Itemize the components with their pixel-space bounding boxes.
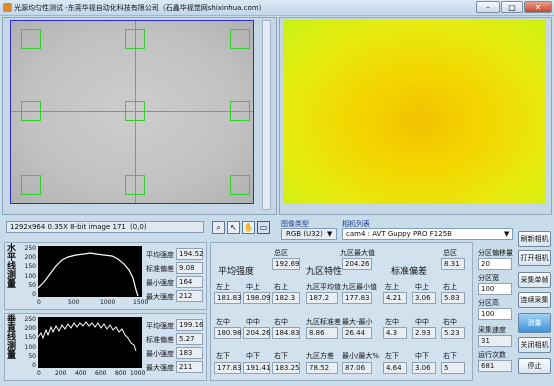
grayscale-image[interactable] <box>10 20 254 204</box>
stop-button[interactable]: 停止 <box>518 358 551 374</box>
offset-input[interactable]: 20 <box>478 258 512 270</box>
magnifier-icon[interactable]: ⌕ <box>212 221 225 234</box>
image-info-text: 1292x964 0.35X 8-bit image 171 <box>10 223 126 231</box>
nine-zone-title: 九区特性 <box>306 267 343 277</box>
close-button[interactable]: ✕ <box>524 1 552 13</box>
measure-button[interactable]: 测量 <box>518 313 551 333</box>
average-intensity-block: 平均强度 总区 192.69 左上 中上 右上 181.83 198.09 18… <box>214 249 300 374</box>
vertical-profile-line <box>135 21 136 203</box>
h-profile-y-axis: 250 200 150 100 50 0 <box>24 245 36 299</box>
image-type-select[interactable]: RGB (U32) ▼ <box>281 228 337 240</box>
open-camera-button[interactable]: 打开相机 <box>518 250 551 266</box>
cursor-coords: (0,0) <box>130 223 147 231</box>
parameter-column: 分区偏移量 20 分区宽 100 分区高 100 采集速度 31 运行次数 68… <box>478 249 513 372</box>
continuous-capture-button[interactable]: 连续采集 <box>518 292 551 308</box>
nine-zone-block: 九区特性 九区最大值 204.26 九区平均值 九区最小值 187.2 177.… <box>306 249 380 374</box>
width-input[interactable]: 100 <box>478 283 512 295</box>
roi-bottom-left <box>21 175 41 195</box>
average-intensity-title: 平均强度 <box>218 267 255 277</box>
roi-top-left <box>21 29 41 49</box>
window-title: 光源均匀性测试 -东莞华视自动化科技有限公司（石鑫华视觉网shixinhua.c… <box>14 4 266 12</box>
std-total-value: 8.31 <box>441 258 465 270</box>
v-profile-y-axis: 250 200 150 100 50 0 <box>24 316 36 370</box>
std-dev-title: 标准偏差 <box>391 267 428 277</box>
chevron-down-icon: ▼ <box>504 230 510 238</box>
close-camera-button[interactable]: 关闭相机 <box>518 337 551 353</box>
horizontal-profile-chart <box>37 246 142 297</box>
h-profile-x-axis: 0 500 1000 1500 <box>37 299 149 306</box>
std-dev-block: 标准偏差 总区 8.31 左上 中上 右上 4.21 3.06 5.83 左中 … <box>383 246 469 378</box>
title-bar: 光源均匀性测试 -东莞华视自动化科技有限公司（石鑫华视觉网shixinhua.c… <box>0 0 554 16</box>
image-scrollbar[interactable] <box>262 20 271 210</box>
height-input[interactable]: 100 <box>478 308 512 320</box>
intensity-heatmap[interactable] <box>283 20 546 204</box>
single-frame-button[interactable]: 采集单帧 <box>518 272 551 288</box>
roi-bottom-right <box>230 175 250 195</box>
run-count-value: 681 <box>478 360 512 372</box>
image-info-bar: 1292x964 0.35X 8-bit image 171 (0,0) <box>6 221 204 233</box>
speed-value: 31 <box>478 335 512 347</box>
pointer-icon[interactable]: ↖ <box>227 221 240 234</box>
vertical-profile-chart <box>37 317 142 368</box>
fit-icon[interactable]: ▭ <box>257 221 270 234</box>
image-toolbar: ⌕ ↖ ✋ ▭ <box>212 221 272 235</box>
vertical-profile-stats: 平均强度 199.16 标准偏差 5.27 最小强度 183 最大强度 211 <box>146 319 204 373</box>
avg-total-value: 192.69 <box>272 258 300 270</box>
hand-icon[interactable]: ✋ <box>242 221 255 234</box>
refresh-camera-button[interactable]: 刷新相机 <box>518 231 551 247</box>
chevron-down-icon: ▼ <box>327 230 333 238</box>
maximize-button[interactable]: □ <box>501 1 523 13</box>
roi-top-right <box>230 29 250 49</box>
camera-select[interactable]: cam4 : AVT Guppy PRO F125B ▼ <box>342 228 513 240</box>
horizontal-profile-stats: 平均强度 194.52 标准偏差 9.08 最小强度 164 最大强度 212 <box>146 248 204 302</box>
app-icon <box>3 3 12 12</box>
horizontal-profile-line <box>11 111 253 112</box>
minimize-button[interactable]: – <box>476 1 500 13</box>
v-profile-x-axis: 0 200 400 600 800 1000 <box>37 370 146 377</box>
